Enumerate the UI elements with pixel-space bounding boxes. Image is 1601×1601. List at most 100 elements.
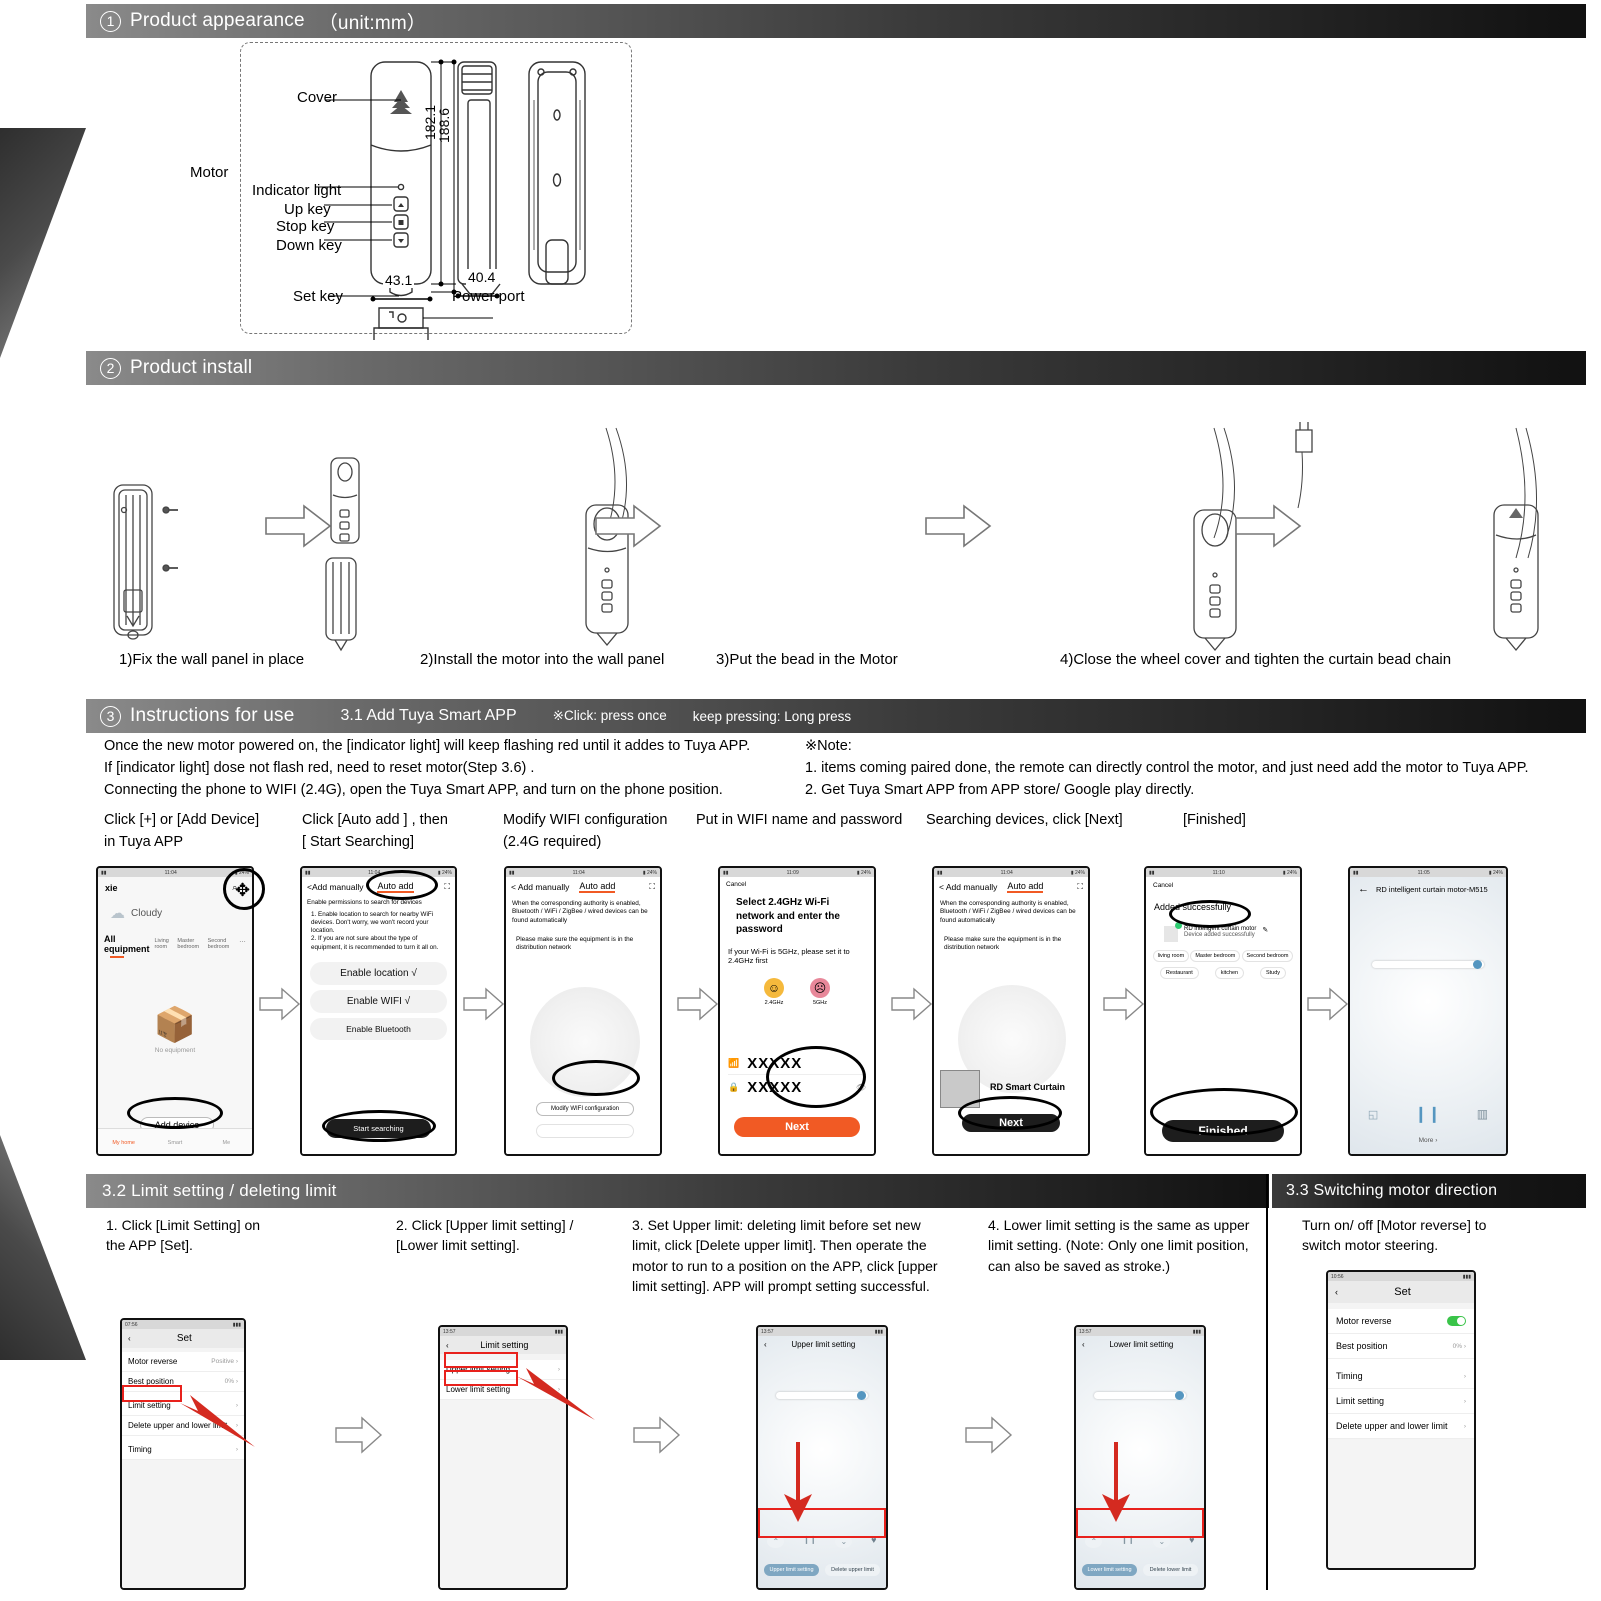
edit-pencil-icon[interactable]: ✎ xyxy=(1262,926,1268,934)
delete-lower-limit-button[interactable]: Delete lower limit xyxy=(1143,1564,1198,1576)
start-searching-button[interactable]: Start searching xyxy=(326,1119,431,1138)
curtain-position-slider[interactable] xyxy=(776,1392,868,1399)
tab-auto-add[interactable]: Auto add xyxy=(377,881,414,893)
lower-limit-setting-button[interactable]: Lower limit setting xyxy=(1082,1564,1137,1576)
account-name[interactable]: xie xyxy=(105,883,118,893)
section-1-unit: （unit:mm） xyxy=(318,12,427,34)
close-icon[interactable]: ▥ xyxy=(1477,1107,1488,1121)
row-limit-setting[interactable]: Limit setting › xyxy=(1328,1389,1474,1414)
note-long-press: keep pressing: Long press xyxy=(692,708,852,724)
app-step-6-caption: [Finished] xyxy=(1183,812,1246,828)
nav-bar: < Add manually Auto add ⛶ xyxy=(934,877,1088,897)
finished-button[interactable]: Finished xyxy=(1162,1120,1284,1142)
note-click-once: ※Click: press once xyxy=(552,708,667,723)
upper-limit-setting-button[interactable]: Upper limit setting xyxy=(764,1564,819,1576)
open-icon[interactable]: ◱ xyxy=(1368,1108,1378,1121)
tab-auto-add[interactable]: Auto add xyxy=(579,881,616,893)
check-badge-icon xyxy=(1175,922,1182,929)
secondary-button[interactable] xyxy=(536,1124,634,1138)
sad-face-icon: ☹ xyxy=(810,978,830,998)
device-status-label: Device added successfully xyxy=(1184,932,1255,938)
modify-wifi-configuration-button[interactable]: Modify WIFI configuration xyxy=(536,1102,634,1116)
nav-me[interactable]: Me xyxy=(201,1129,252,1154)
slider-knob[interactable] xyxy=(1175,1391,1184,1400)
section-2-title: Product install xyxy=(130,357,253,378)
row-timing[interactable]: Timing › xyxy=(1328,1364,1474,1389)
slider-knob[interactable] xyxy=(857,1391,866,1400)
back-add-manually[interactable]: < Add manually xyxy=(511,882,569,892)
eye-icon[interactable]: 👁 xyxy=(856,1083,866,1092)
nav-my-home[interactable]: My home xyxy=(98,1129,149,1154)
back-arrow-icon[interactable]: ← xyxy=(1358,883,1369,895)
section-3-3-title: 3.3 Switching motor direction xyxy=(1286,1182,1498,1199)
pause-icon[interactable]: ❙❙ xyxy=(1414,1104,1441,1124)
tab-more[interactable]: … xyxy=(239,937,246,944)
row-motor-reverse[interactable]: Motor reverse xyxy=(1328,1309,1474,1334)
section-3-header: 3 Instructions for use 3.1 Add Tuya Smar… xyxy=(86,699,1586,733)
nav-smart[interactable]: Smart xyxy=(149,1129,200,1154)
label-motor: Motor xyxy=(190,164,229,181)
scan-icon[interactable]: ⛶ xyxy=(1077,882,1083,892)
pointer-arrow-limit xyxy=(516,1368,595,1420)
curtain-position-slider[interactable] xyxy=(1094,1392,1186,1399)
plus-icon[interactable]: ✥ xyxy=(235,880,250,901)
label-set-key: Set key xyxy=(293,288,344,305)
enable-bluetooth-button[interactable]: Enable Bluetooth xyxy=(310,1017,447,1040)
scan-icon[interactable]: ⛶ xyxy=(444,882,450,892)
page-title: Set xyxy=(1394,1286,1411,1298)
tab-living-room[interactable]: Living room xyxy=(155,938,173,950)
status-bar: ▮▮ 11:10 ▮ 24% xyxy=(1146,868,1300,877)
cancel-button[interactable]: Cancel xyxy=(720,877,874,892)
pointer-arrow-lower xyxy=(1102,1442,1130,1522)
status-time: 11:04 xyxy=(572,869,585,876)
more-link[interactable]: More › xyxy=(1350,1137,1506,1144)
next-button[interactable]: Next xyxy=(734,1117,860,1137)
cancel-button[interactable]: Cancel xyxy=(1146,877,1300,894)
room-chip-master-bedroom[interactable]: Master bedroom xyxy=(1190,950,1241,962)
status-time: 13:57 xyxy=(761,1328,774,1335)
room-chip-study[interactable]: Study xyxy=(1259,967,1287,979)
row-best-position[interactable]: Best position 0% › xyxy=(1328,1334,1474,1359)
room-chip-second-bedroom[interactable]: Second bedroom xyxy=(1241,950,1294,962)
password-input[interactable]: XXXXX xyxy=(747,1079,802,1096)
enable-location-button[interactable]: Enable location √ xyxy=(310,961,447,985)
permission-body: 1. Enable location to search for nearby … xyxy=(311,910,439,951)
room-chip-kitchen[interactable]: kitchen xyxy=(1214,967,1245,979)
app-step-4-caption: Put in WIFI name and password xyxy=(696,812,903,828)
row-label: Timing xyxy=(1336,1371,1363,1381)
tab-master-bedroom[interactable]: Master bedroom xyxy=(177,938,202,950)
cloud-icon: ☁ xyxy=(110,905,125,922)
motor-reverse-toggle[interactable] xyxy=(1447,1316,1466,1326)
tab-second-bedroom[interactable]: Second bedroom xyxy=(208,938,234,950)
section-3-title: Instructions for use xyxy=(130,705,295,726)
row-label: Delete upper and lower limit xyxy=(1336,1421,1448,1431)
curtain-position-slider[interactable] xyxy=(1372,961,1484,968)
status-bar: ▮▮ 11:05 ▮ 24% xyxy=(1350,868,1506,877)
tab-auto-add[interactable]: Auto add xyxy=(1007,881,1044,893)
back-add-manually[interactable]: < Add manually xyxy=(939,882,997,892)
install-step-3-caption: 3)Put the bead in the Motor xyxy=(716,651,898,668)
ssid-input[interactable]: XXXXX xyxy=(747,1055,802,1072)
room-chip-living-room[interactable]: living room xyxy=(1152,950,1190,962)
room-chip-restaurant[interactable]: Restaurant xyxy=(1159,967,1199,979)
phone-screen-home: ▮▮ 11:04 ▮ 24% xie ⌕ + ☁ Cloudy All equi… xyxy=(96,866,254,1156)
app-step-5-caption: Searching devices, click [Next] xyxy=(926,812,1123,828)
next-button[interactable]: Next xyxy=(962,1114,1060,1132)
section-3-number: 3 xyxy=(100,705,121,727)
row-delete-upper-lower-limit[interactable]: Delete upper and lower limit › xyxy=(1328,1414,1474,1439)
empty-box-icon: 📦 xyxy=(153,1006,197,1044)
scan-icon[interactable]: ⛶ xyxy=(649,882,655,892)
row-motor-reverse[interactable]: Motor reverse Positive › xyxy=(122,1352,244,1372)
back-add-manually[interactable]: <Add manually xyxy=(307,882,363,892)
section-1-header: 1 Product appearance （unit:mm） xyxy=(86,4,1586,38)
slider-knob[interactable] xyxy=(1473,960,1482,969)
tab-all-equipment[interactable]: All equipment xyxy=(104,934,150,954)
enable-wifi-button[interactable]: Enable WIFI √ xyxy=(310,989,447,1013)
intro-text-right: ※Note: 1. items coming paired done, the … xyxy=(805,738,1529,798)
label-down-key: Down key xyxy=(276,237,342,254)
status-time: 10:56 xyxy=(1331,1273,1344,1280)
section-1-number: 1 xyxy=(100,10,121,32)
delete-upper-limit-button[interactable]: Delete upper limit xyxy=(825,1564,880,1576)
section-2-header: 2 Product install xyxy=(86,351,1586,385)
dimension-40-4: 40.4 xyxy=(466,269,498,285)
